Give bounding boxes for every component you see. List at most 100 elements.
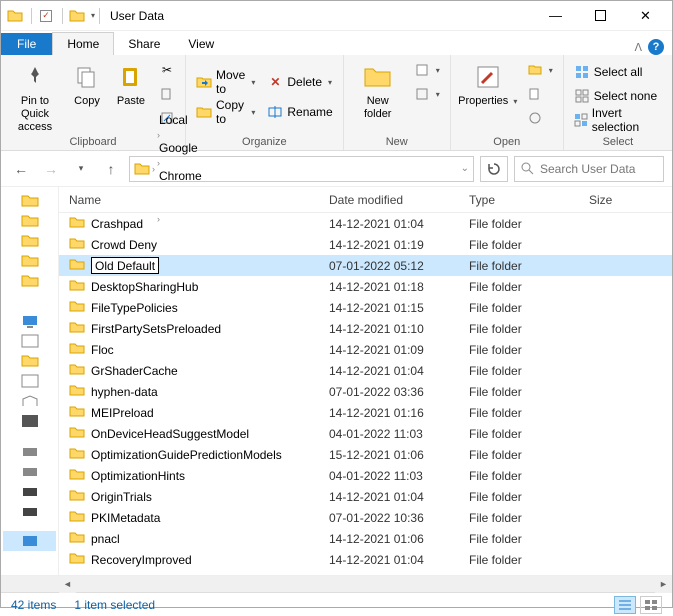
folder-icon bbox=[69, 236, 85, 253]
selection-count: 1 item selected bbox=[74, 598, 155, 612]
horizontal-scrollbar[interactable]: ◄► bbox=[1, 575, 672, 592]
table-row[interactable]: MEIPreload14-12-2021 01:16File folder bbox=[59, 402, 672, 423]
close-button[interactable]: ✕ bbox=[623, 2, 668, 30]
table-row[interactable]: OriginTrials14-12-2021 01:04File folder bbox=[59, 486, 672, 507]
table-row[interactable]: FileTypePolicies14-12-2021 01:15File fol… bbox=[59, 297, 672, 318]
folder-icon bbox=[69, 383, 85, 400]
table-row[interactable]: Floc14-12-2021 01:09File folder bbox=[59, 339, 672, 360]
address-dropdown-icon[interactable]: ⌄ bbox=[461, 163, 469, 174]
edit-button[interactable] bbox=[523, 83, 557, 105]
table-row[interactable]: OptimizationHints04-01-2022 11:03File fo… bbox=[59, 465, 672, 486]
properties-button[interactable]: Properties ▾ bbox=[457, 57, 519, 108]
rename-button[interactable]: Rename bbox=[263, 101, 336, 123]
move-to-button[interactable]: Move to▾ bbox=[192, 71, 259, 93]
item-name: RecoveryImproved bbox=[91, 553, 192, 567]
tree-pane[interactable] bbox=[1, 187, 59, 575]
folder-icon bbox=[69, 530, 85, 547]
details-view-button[interactable] bbox=[614, 596, 636, 614]
file-list[interactable]: Name Date modified Type Size Crashpad14-… bbox=[59, 187, 672, 575]
new-folder-icon bbox=[362, 61, 394, 93]
back-button[interactable]: ← bbox=[9, 157, 33, 181]
select-none-button[interactable]: Select none bbox=[570, 85, 666, 107]
table-row[interactable]: pnacl14-12-2021 01:06File folder bbox=[59, 528, 672, 549]
search-icon bbox=[521, 162, 534, 175]
select-all-button[interactable]: Select all bbox=[570, 61, 666, 83]
tab-file[interactable]: File bbox=[1, 33, 52, 55]
tab-share[interactable]: Share bbox=[114, 33, 174, 55]
qat-dropdown-icon[interactable]: ▾ bbox=[91, 11, 95, 20]
title-bar: ✓ ▾ User Data — ✕ bbox=[1, 1, 672, 31]
folder-icon bbox=[67, 6, 87, 26]
copy-path-icon bbox=[159, 86, 175, 102]
column-date[interactable]: Date modified bbox=[319, 193, 459, 207]
cut-button[interactable]: ✂ bbox=[155, 59, 179, 81]
copy-button[interactable]: Copy bbox=[67, 57, 107, 108]
table-row[interactable]: PKIMetadata07-01-2022 10:36File folder bbox=[59, 507, 672, 528]
delete-button[interactable]: ✕Delete▾ bbox=[263, 71, 336, 93]
pin-button[interactable]: Pin to Quick access bbox=[7, 57, 63, 135]
easy-access-button[interactable]: ▾ bbox=[410, 83, 444, 105]
new-folder-button[interactable]: New folder bbox=[350, 57, 406, 121]
new-item-button[interactable]: ▾ bbox=[410, 59, 444, 81]
tab-view[interactable]: View bbox=[174, 33, 228, 55]
folder-icon bbox=[69, 320, 85, 337]
folder-icon bbox=[69, 509, 85, 526]
table-row[interactable]: OptimizationGuidePredictionModels15-12-2… bbox=[59, 444, 672, 465]
icons-view-button[interactable] bbox=[640, 596, 662, 614]
copy-path-button[interactable] bbox=[155, 83, 179, 105]
invert-icon bbox=[574, 112, 588, 128]
breadcrumb-segment[interactable]: Google bbox=[157, 141, 215, 155]
breadcrumb-segment[interactable]: Chrome bbox=[157, 169, 215, 183]
table-row[interactable]: Old Default07-01-2022 05:12File folder bbox=[59, 255, 672, 276]
edit-icon bbox=[527, 86, 543, 102]
table-row[interactable]: DesktopSharingHub14-12-2021 01:18File fo… bbox=[59, 276, 672, 297]
column-type[interactable]: Type bbox=[459, 193, 579, 207]
open-icon bbox=[527, 62, 543, 78]
up-button[interactable]: ↑ bbox=[99, 157, 123, 181]
tab-home[interactable]: Home bbox=[52, 32, 114, 55]
checkbox-icon[interactable]: ✓ bbox=[36, 6, 56, 26]
maximize-button[interactable] bbox=[578, 2, 623, 30]
help-icon[interactable]: ? bbox=[648, 39, 664, 55]
new-item-icon bbox=[414, 62, 430, 78]
history-button[interactable] bbox=[523, 107, 557, 129]
item-name: MEIPreload bbox=[91, 406, 154, 420]
invert-selection-button[interactable]: Invert selection bbox=[570, 109, 666, 131]
breadcrumb-segment[interactable]: Local bbox=[157, 113, 215, 127]
item-name: OriginTrials bbox=[91, 490, 152, 504]
column-name[interactable]: Name bbox=[59, 193, 319, 207]
easy-access-icon bbox=[414, 86, 430, 102]
folder-icon bbox=[69, 425, 85, 442]
item-name: OptimizationGuidePredictionModels bbox=[91, 448, 282, 462]
table-row[interactable]: FirstPartySetsPreloaded14-12-2021 01:10F… bbox=[59, 318, 672, 339]
rename-input[interactable]: Old Default bbox=[91, 257, 159, 274]
item-count: 42 items bbox=[11, 598, 56, 612]
column-headers: Name Date modified Type Size bbox=[59, 187, 672, 213]
forward-button[interactable]: → bbox=[39, 157, 63, 181]
open-button[interactable]: ▾ bbox=[523, 59, 557, 81]
table-row[interactable]: RecoveryImproved14-12-2021 01:04File fol… bbox=[59, 549, 672, 570]
search-input[interactable]: Search User Data bbox=[514, 156, 664, 182]
table-row[interactable]: Crowd Deny14-12-2021 01:19File folder bbox=[59, 234, 672, 255]
scissors-icon: ✂ bbox=[159, 62, 175, 78]
collapse-ribbon-icon[interactable]: ᐱ bbox=[634, 41, 642, 54]
pin-icon bbox=[19, 61, 51, 93]
minimize-button[interactable]: — bbox=[533, 2, 578, 30]
table-row[interactable]: GrShaderCache14-12-2021 01:04File folder bbox=[59, 360, 672, 381]
folder-icon bbox=[69, 257, 85, 274]
refresh-button[interactable] bbox=[480, 156, 508, 182]
recent-dropdown[interactable]: ▾ bbox=[69, 157, 93, 181]
folder-icon bbox=[5, 6, 25, 26]
folder-icon bbox=[69, 278, 85, 295]
status-bar: 42 items 1 item selected bbox=[1, 592, 672, 616]
table-row[interactable]: hyphen-data07-01-2022 03:36File folder bbox=[59, 381, 672, 402]
table-row[interactable]: Crashpad14-12-2021 01:04File folder bbox=[59, 213, 672, 234]
item-name: OnDeviceHeadSuggestModel bbox=[91, 427, 249, 441]
item-name: FirstPartySetsPreloaded bbox=[91, 322, 221, 336]
folder-icon bbox=[69, 215, 85, 232]
table-row[interactable]: OnDeviceHeadSuggestModel04-01-2022 11:03… bbox=[59, 423, 672, 444]
column-size[interactable]: Size bbox=[579, 193, 639, 207]
rename-icon bbox=[267, 104, 283, 120]
paste-button[interactable]: Paste bbox=[111, 57, 151, 108]
address-bar[interactable]: › Local›Google›Chrome›User Data› ⌄ bbox=[129, 156, 474, 182]
